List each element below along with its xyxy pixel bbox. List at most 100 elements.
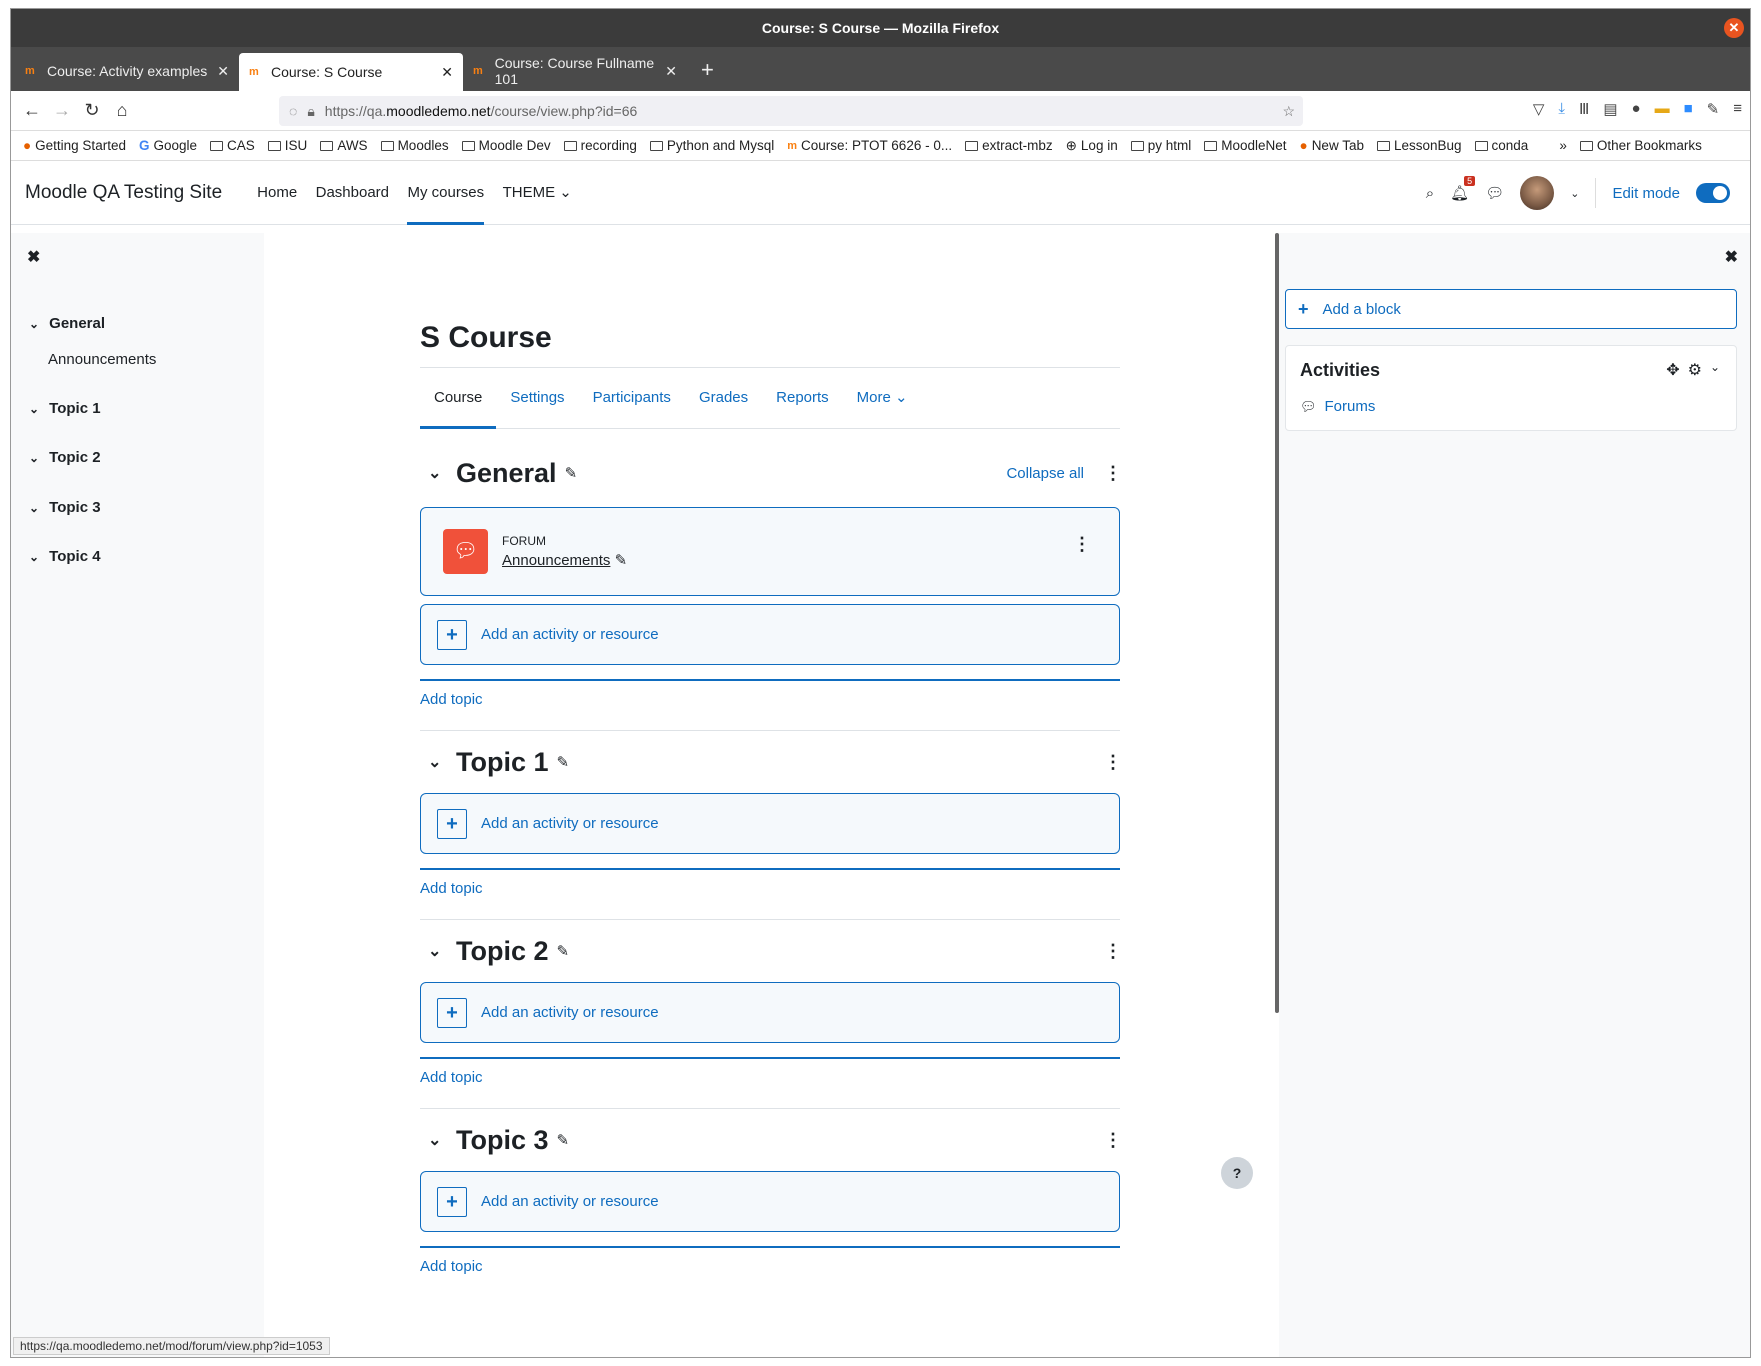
chevron-down-icon[interactable]: ⌄ <box>29 501 45 515</box>
nav-my-courses[interactable]: My courses <box>407 161 485 225</box>
add-topic-link[interactable]: Add topic <box>420 1258 1120 1275</box>
index-section-topic-4[interactable]: ⌄ Topic 4 <box>29 548 101 565</box>
tab-close-icon[interactable]: ✕ <box>665 63 677 80</box>
index-item-announcements[interactable]: Announcements <box>48 351 156 368</box>
forward-icon[interactable]: → <box>47 100 77 121</box>
chevron-down-icon[interactable]: ⌄ <box>29 451 45 465</box>
avatar[interactable] <box>1520 176 1555 210</box>
pencil-icon[interactable]: ✎ <box>557 942 570 960</box>
block-item-forums[interactable]: 💬︎ Forums <box>1300 398 1375 415</box>
tab-reports[interactable]: Reports <box>762 367 843 429</box>
section-menu-icon[interactable]: ⋮ <box>1104 1130 1122 1151</box>
bookmark-folder[interactable]: AWS <box>320 138 368 153</box>
bookmark-folder[interactable]: LessonBug <box>1376 138 1462 153</box>
close-drawer-icon[interactable]: ✖ <box>27 247 40 267</box>
bookmark-item[interactable]: ⊕ Log in <box>1066 138 1118 154</box>
chevron-down-icon[interactable]: ⌄ <box>29 402 45 416</box>
pencil-icon[interactable]: ✎ <box>565 464 578 482</box>
index-section-topic-1[interactable]: ⌄ Topic 1 <box>29 400 101 417</box>
add-activity-button[interactable]: + Add an activity or resource <box>420 604 1120 665</box>
tab-grades[interactable]: Grades <box>685 367 762 429</box>
add-activity-button[interactable]: + Add an activity or resource <box>420 793 1120 854</box>
section-menu-icon[interactable]: ⋮ <box>1104 463 1122 484</box>
chevron-down-icon[interactable]: ⌄ <box>1710 360 1720 380</box>
bookmark-folder[interactable]: Moodle Dev <box>461 138 551 153</box>
activity-menu-icon[interactable]: ⋮ <box>1073 534 1091 555</box>
tab-course[interactable]: Course <box>420 367 497 429</box>
tab-s-course[interactable]: m Course: S Course ✕ <box>239 53 463 91</box>
tab-activity-examples[interactable]: m Course: Activity examples ✕ <box>15 53 239 89</box>
index-section-topic-3[interactable]: ⌄ Topic 3 <box>29 499 101 516</box>
bookmark-item[interactable]: ● New Tab <box>1300 138 1364 153</box>
pocket-icon[interactable]: ▽ <box>1533 100 1545 118</box>
nav-dashboard[interactable]: Dashboard <box>316 161 389 225</box>
bookmark-star-icon[interactable]: ☆ <box>1282 103 1295 120</box>
nav-theme[interactable]: THEME ⌄ <box>503 161 572 225</box>
move-icon[interactable]: ✥ <box>1666 360 1679 380</box>
chevron-down-icon[interactable]: ⌄ <box>420 941 456 961</box>
other-bookmarks[interactable]: Other Bookmarks <box>1579 138 1702 153</box>
extension-icon[interactable]: ● <box>1632 100 1641 118</box>
pencil-icon[interactable]: ✎ <box>557 1131 570 1149</box>
add-block-button[interactable]: + Add a block <box>1285 289 1737 329</box>
chevron-down-icon[interactable]: ⌄ <box>29 550 45 564</box>
collapse-all-link[interactable]: Collapse all <box>1006 465 1084 482</box>
url-bar[interactable]: ◌ 🔒︎ https://qa. moodledemo.net/course/vi… <box>279 96 1303 126</box>
bookmark-item[interactable]: ● Getting Started <box>23 138 126 153</box>
add-activity-button[interactable]: + Add an activity or resource <box>420 982 1120 1043</box>
bookmark-folder[interactable]: Moodles <box>380 138 449 153</box>
bookmark-folder[interactable]: Python and Mysql <box>649 138 774 153</box>
notification-bell-icon[interactable]: 🔔︎ 5 <box>1450 176 1476 202</box>
add-topic-link[interactable]: Add topic <box>420 1069 1120 1086</box>
bookmark-folder[interactable]: conda <box>1474 138 1528 153</box>
chevron-down-icon[interactable]: ⌄ <box>420 1130 456 1150</box>
site-name[interactable]: Moodle QA Testing Site <box>25 182 222 204</box>
back-icon[interactable]: ← <box>17 100 47 121</box>
pencil-icon[interactable]: ✎ <box>615 552 628 569</box>
add-topic-link[interactable]: Add topic <box>420 691 1120 708</box>
download-icon[interactable]: ⤓ <box>1558 100 1565 118</box>
reload-icon[interactable]: ↻ <box>77 100 107 121</box>
tab-course-fullname[interactable]: m Course: Course Fullname 101 ✕ <box>463 53 687 89</box>
bookmark-folder[interactable]: MoodleNet <box>1204 138 1287 153</box>
edit-mode-toggle[interactable] <box>1696 183 1730 203</box>
menu-icon[interactable]: ≡ <box>1733 100 1742 118</box>
tab-participants[interactable]: Participants <box>579 367 685 429</box>
add-activity-button[interactable]: + Add an activity or resource <box>420 1171 1120 1232</box>
index-section-topic-2[interactable]: ⌄ Topic 2 <box>29 449 101 466</box>
close-drawer-icon[interactable]: ✖ <box>1725 247 1738 267</box>
tab-settings[interactable]: Settings <box>496 367 578 429</box>
activity-link[interactable]: Announcements <box>502 552 610 569</box>
pencil-icon[interactable]: ✎ <box>557 753 570 771</box>
tab-close-icon[interactable]: ✕ <box>441 64 453 81</box>
bookmark-item[interactable]: G Google <box>139 138 197 153</box>
section-menu-icon[interactable]: ⋮ <box>1104 941 1122 962</box>
search-icon[interactable]: ⌕ <box>1426 185 1434 202</box>
extension-tools-icon[interactable]: ✎ <box>1707 100 1720 118</box>
bookmarks-overflow-icon[interactable]: » <box>1559 138 1567 153</box>
bookmark-folder[interactable]: CAS <box>210 138 255 153</box>
tab-close-icon[interactable]: ✕ <box>217 63 229 80</box>
bookmark-folder[interactable]: ISU <box>267 138 307 153</box>
sidebar-icon[interactable]: ▤ <box>1603 100 1617 118</box>
chevron-down-icon[interactable]: ⌄ <box>29 317 45 331</box>
add-topic-link[interactable]: Add topic <box>420 880 1120 897</box>
gear-icon[interactable]: ⚙ <box>1688 360 1702 380</box>
index-section-general[interactable]: ⌄ General <box>29 315 105 332</box>
library-icon[interactable]: Ⅲ <box>1579 100 1589 118</box>
tab-more[interactable]: More ⌄ <box>843 367 922 429</box>
help-button[interactable]: ? <box>1221 1157 1253 1189</box>
extension-folder-icon[interactable]: ▬ <box>1655 100 1670 118</box>
window-close-button[interactable]: ✕ <box>1724 18 1744 38</box>
bookmark-folder[interactable]: extract-mbz <box>965 138 1053 153</box>
bookmark-folder[interactable]: py html <box>1130 138 1191 153</box>
section-menu-icon[interactable]: ⋮ <box>1104 752 1122 773</box>
chevron-down-icon[interactable]: ⌄ <box>420 463 456 483</box>
chevron-down-icon[interactable]: ⌄ <box>420 752 456 772</box>
bookmark-item[interactable]: m Course: PTOT 6626 - 0... <box>787 138 952 153</box>
home-icon[interactable]: ⌂ <box>107 100 137 121</box>
bookmark-folder[interactable]: recording <box>563 138 637 153</box>
nav-home[interactable]: Home <box>257 161 297 225</box>
messages-icon[interactable]: 💬︎ <box>1485 184 1504 202</box>
new-tab-button[interactable]: + <box>701 57 714 83</box>
